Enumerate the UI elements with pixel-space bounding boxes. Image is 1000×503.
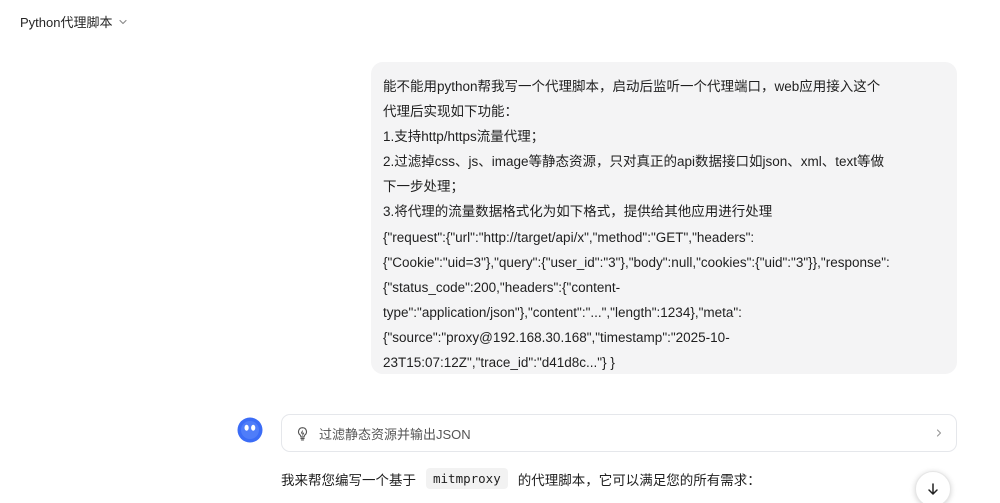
message-line: 3.将代理的流量数据格式化为如下格式，提供给其他应用进行处理 [383,204,773,220]
message-line: type":"application/json"},"content":"...… [383,304,742,320]
conversation-title-dropdown[interactable]: Python代理脚本 [20,12,128,31]
message-line: {"status_code":200,"headers":{"content- [383,279,621,295]
inline-code: mitmproxy [426,468,508,489]
chevron-down-icon [119,19,128,24]
thinking-label: 过滤静态资源并输出JSON [319,426,471,442]
lightbulb-icon [297,426,308,440]
message-line: 能不能用python帮我写一个代理脚本，启动后监听一个代理端口，web应用接入这… [383,79,881,94]
message-line: 代理后实现如下功能： [383,104,518,120]
message-line: {"Cookie":"uid=3"},"query":{"user_id":"3… [383,254,890,270]
assistant-avatar-icon [237,417,263,443]
reply-suffix: 的代理脚本，它可以满足您的所有需求： [517,472,761,488]
message-line: {"request":{"url":"http://target/api/x",… [383,229,755,245]
user-message-bubble: 能不能用python帮我写一个代理脚本，启动后监听一个代理端口，web应用接入这… [371,62,957,374]
message-line: 23T15:07:12Z","trace_id":"d41d8c..."} } [383,355,615,371]
reply-prefix: 我来帮您编写一个基于 [281,472,416,488]
assistant-reply-text: 我来帮您编写一个基于 mitmproxy 的代理脚本，它可以满足您的所有需求： [281,468,761,489]
arrow-down-icon [928,483,938,495]
message-line: 2.过滤掉css、js、image等静态资源，只对真正的api数据接口如json… [383,154,885,170]
scroll-to-bottom-button[interactable] [915,471,951,503]
message-line: 下一步处理； [383,179,464,195]
chevron-right-icon [936,429,942,437]
chat-page: Python代理脚本 能不能用python帮我写一个代理脚本，启动后监听一个代理… [0,0,1000,503]
message-line: {"source":"proxy@192.168.30.168","timest… [383,329,730,345]
message-line: 1.支持http/https流量代理； [383,129,545,145]
thinking-process-toggle[interactable]: 过滤静态资源并输出JSON [281,414,957,452]
conversation-title: Python代理脚本 [20,15,113,30]
